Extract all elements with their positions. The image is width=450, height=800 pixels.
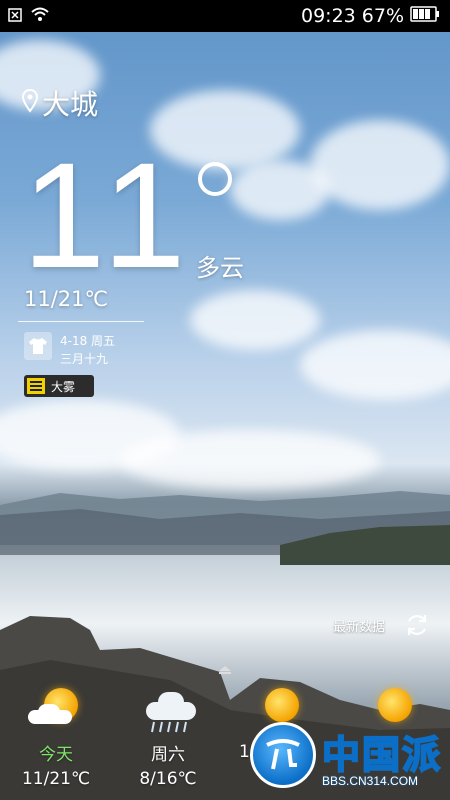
forecast-temp-range: 11/21℃ bbox=[21, 769, 91, 789]
forecast-day-today[interactable]: 今天 11/21℃ bbox=[0, 680, 112, 789]
lunar-date: 三月十九 bbox=[60, 352, 109, 366]
status-time: 09:23 bbox=[301, 5, 356, 27]
today-temp-range: 11/21℃ bbox=[24, 287, 109, 311]
forecast-day-label: 周六 bbox=[151, 745, 185, 765]
watermark-logo: 中国派 BBS.CN314.COM bbox=[250, 722, 450, 800]
watermark-emblem-icon bbox=[250, 722, 316, 788]
date-block[interactable]: 4-18 周五 三月十九 bbox=[24, 332, 115, 368]
city-location[interactable]: 大城 bbox=[21, 83, 99, 123]
sun-cloud-icon bbox=[0, 680, 112, 738]
alert-label: 大雾 bbox=[51, 379, 76, 394]
status-bar: 09:23 67% bbox=[0, 0, 450, 32]
battery-icon bbox=[410, 5, 440, 27]
forecast-day-saturday[interactable]: 周六 8/16℃ bbox=[112, 680, 224, 789]
forecast-temp-range: 8/16℃ bbox=[139, 769, 197, 789]
weather-alert-badge[interactable]: 大雾 bbox=[24, 375, 94, 397]
solar-date: 4-18 周五 bbox=[60, 334, 116, 348]
wifi-icon bbox=[30, 6, 50, 26]
clothing-index-icon[interactable] bbox=[24, 332, 52, 360]
rain-cloud-icon bbox=[112, 680, 224, 738]
forecast-day-label: 今天 bbox=[39, 745, 73, 765]
city-name: 大城 bbox=[42, 88, 99, 121]
degree-symbol bbox=[198, 162, 232, 196]
alert-list-icon bbox=[27, 378, 45, 394]
watermark-url: BBS.CN314.COM bbox=[322, 774, 419, 788]
battery-percent: 67% bbox=[361, 5, 404, 27]
refresh-icon[interactable] bbox=[404, 612, 430, 638]
watermark-text: 中国派 bbox=[321, 732, 443, 778]
current-temperature: 11 bbox=[22, 131, 194, 299]
location-pin-icon bbox=[21, 87, 39, 120]
drawer-handle-icon[interactable] bbox=[218, 660, 232, 674]
update-label: 最新数据 bbox=[333, 620, 386, 635]
divider bbox=[18, 321, 144, 322]
notification-icon bbox=[8, 7, 22, 26]
current-condition: 多云 bbox=[196, 254, 244, 282]
